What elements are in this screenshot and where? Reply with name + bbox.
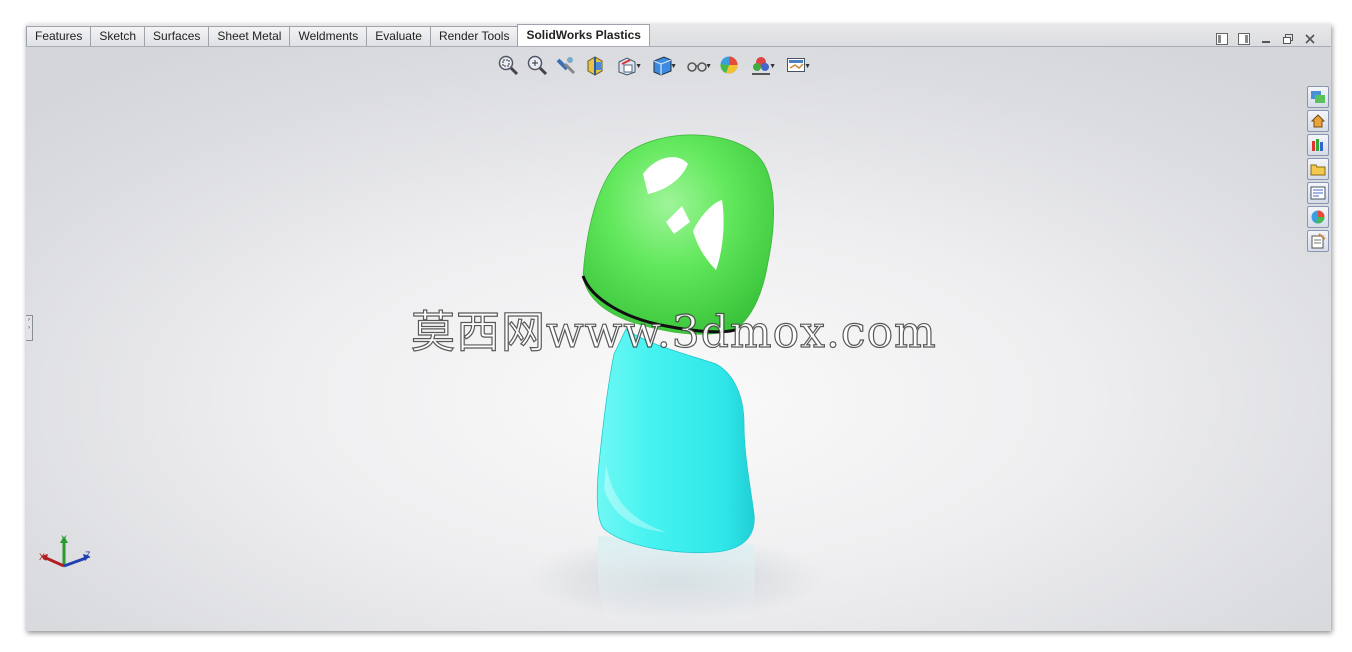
- restore-icon[interactable]: [1281, 32, 1295, 46]
- zoom-to-fit-icon[interactable]: [495, 52, 521, 78]
- command-manager-tabs: Features Sketch Surfaces Sheet Metal Wel…: [26, 24, 1331, 47]
- tab-features[interactable]: Features: [26, 26, 92, 46]
- close-icon[interactable]: [1303, 32, 1317, 46]
- tab-evaluate[interactable]: Evaluate: [366, 26, 431, 46]
- design-library-icon[interactable]: [1307, 134, 1329, 156]
- tab-render-tools[interactable]: Render Tools: [429, 26, 519, 46]
- triad-y-label: Y: [61, 534, 67, 544]
- previous-view-icon[interactable]: [553, 52, 579, 78]
- tile-horizontal-icon[interactable]: [1215, 32, 1229, 46]
- zoom-to-area-icon[interactable]: [524, 52, 550, 78]
- task-pane-tabs: [1307, 86, 1329, 252]
- apply-scene-icon[interactable]: ▼: [745, 52, 777, 78]
- bottle-body[interactable]: [596, 328, 755, 553]
- window-controls: [1215, 32, 1317, 46]
- tab-sheet-metal[interactable]: Sheet Metal: [208, 26, 291, 46]
- file-explorer-icon[interactable]: [1307, 158, 1329, 180]
- minimize-icon[interactable]: [1259, 32, 1273, 46]
- view-orientation-icon[interactable]: ▼: [611, 52, 643, 78]
- triad-x-label: X: [39, 552, 45, 562]
- feature-manager-collapse-handle[interactable]: › ›: [26, 315, 33, 341]
- edit-appearance-icon[interactable]: [716, 52, 742, 78]
- view-palette-icon[interactable]: [1307, 182, 1329, 204]
- section-view-icon[interactable]: [582, 52, 608, 78]
- tab-solidworks-plastics[interactable]: SolidWorks Plastics: [517, 24, 650, 46]
- watermark-text: 莫西网www.3dmox.com: [410, 306, 937, 358]
- triad-z-label: Z: [85, 550, 91, 560]
- appearances-scenes-icon[interactable]: [1307, 206, 1329, 228]
- display-style-icon[interactable]: ▼: [646, 52, 678, 78]
- tile-vertical-icon[interactable]: [1237, 32, 1251, 46]
- home-icon[interactable]: [1307, 110, 1329, 132]
- view-settings-icon[interactable]: ▼: [780, 52, 812, 78]
- custom-properties-icon[interactable]: [1307, 230, 1329, 252]
- hide-show-items-icon[interactable]: ▼: [681, 52, 713, 78]
- solidworks-window: 莫西网www.3dmox.com Features Sketch Surface…: [26, 24, 1331, 631]
- solidworks-resources-icon[interactable]: [1307, 86, 1329, 108]
- tab-sketch[interactable]: Sketch: [90, 26, 146, 46]
- tab-surfaces[interactable]: Surfaces: [144, 26, 210, 46]
- reference-triad: X Y Z: [39, 534, 91, 568]
- heads-up-view-toolbar: ▼ ▼ ▼ ▼ ▼: [495, 52, 812, 78]
- tab-weldments[interactable]: Weldments: [289, 26, 368, 46]
